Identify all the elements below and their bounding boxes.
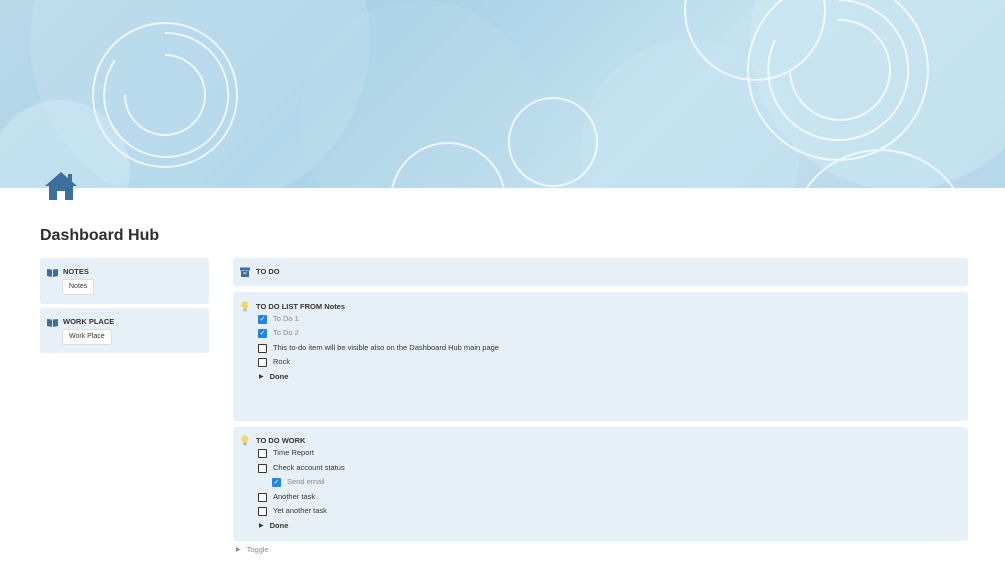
checkbox[interactable] (272, 477, 281, 487)
todo-label: Time Report (273, 448, 314, 457)
checkbox[interactable] (258, 357, 267, 367)
todo-header-title: TO DO (256, 267, 280, 276)
archive-box-icon (240, 267, 250, 277)
todo-item[interactable]: To Do 1 (258, 313, 299, 325)
todo-work-title: TO DO WORK (256, 435, 306, 445)
checkbox[interactable] (258, 314, 267, 324)
toggle-block-label: Toggle (246, 545, 269, 554)
todo-item[interactable]: This to-do item will be visible also on … (258, 342, 499, 354)
checkbox[interactable] (258, 506, 267, 516)
todo-item[interactable]: Rock (258, 356, 290, 368)
done-toggle[interactable]: ▶ Done (259, 371, 288, 383)
todo-item[interactable]: Send email (272, 476, 325, 488)
work-place-callout: WORK PLACE Work Place (40, 308, 209, 353)
todo-notes-callout: TO DO LIST FROM Notes To Do 1 To Do 2 Th… (233, 292, 968, 421)
caret-right-icon[interactable]: ▶ (259, 521, 264, 531)
todo-label: Yet another task (273, 506, 327, 515)
notes-link[interactable]: Notes (62, 279, 95, 295)
checkbox[interactable] (258, 343, 267, 353)
done-toggle[interactable]: ▶ Done (259, 520, 288, 532)
toggle-block[interactable]: ▶ Toggle (236, 544, 269, 556)
todo-work-callout: TO DO WORK Time Report Check account sta… (233, 427, 968, 541)
caret-right-icon[interactable]: ▶ (259, 372, 264, 382)
todo-label: To Do 2 (273, 328, 299, 337)
work-place-title: WORK PLACE (63, 317, 115, 326)
book-icon (47, 318, 58, 327)
todo-label: This to-do item will be visible also on … (273, 343, 499, 352)
todo-label: Another task (273, 492, 316, 501)
page-title: Dashboard Hub (40, 227, 160, 244)
todo-item[interactable]: To Do 2 (258, 327, 299, 339)
todo-label: Check account status (273, 463, 345, 472)
todo-label: Rock (273, 357, 291, 366)
checkbox[interactable] (258, 463, 267, 473)
cover-image (0, 0, 1005, 188)
todo-label: To Do 1 (273, 314, 299, 323)
checkbox[interactable] (258, 448, 267, 458)
notes-title: NOTES (63, 267, 89, 276)
todo-label: Send email (287, 477, 325, 486)
todo-header-callout: TO DO (233, 258, 968, 286)
work-place-link[interactable]: Work Place (62, 329, 112, 345)
caret-right-icon[interactable]: ▶ (236, 545, 241, 555)
light-bulb-icon (241, 435, 249, 446)
house-icon[interactable] (44, 170, 78, 202)
cover-pattern (0, 0, 1005, 188)
todo-item[interactable]: Yet another task (258, 505, 327, 517)
notes-callout: NOTES Notes (40, 258, 209, 304)
todo-item[interactable]: Time Report (258, 447, 314, 459)
book-icon (47, 268, 58, 277)
checkbox[interactable] (258, 328, 267, 338)
done-toggle-label: Done (269, 372, 289, 381)
todo-item[interactable]: Check account status (258, 462, 345, 474)
done-toggle-label: Done (269, 521, 289, 530)
checkbox[interactable] (258, 492, 267, 502)
todo-item[interactable]: Another task (258, 491, 315, 503)
light-bulb-icon (241, 301, 249, 312)
todo-notes-title: TO DO LIST FROM Notes (256, 301, 346, 311)
